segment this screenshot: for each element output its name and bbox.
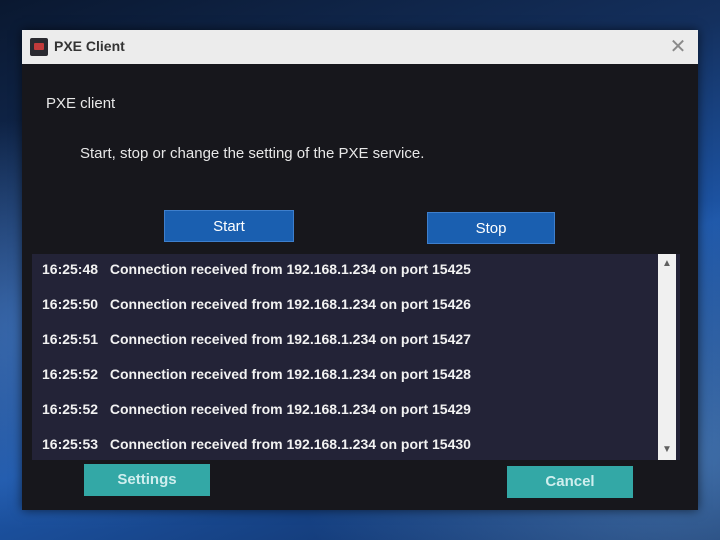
cancel-button[interactable]: Cancel — [507, 466, 633, 498]
log-message: Connection received from 192.168.1.234 o… — [109, 436, 471, 452]
log-entry: 16:25:52 Connection received from 192.16… — [42, 363, 471, 385]
log-message: Connection received from 192.168.1.234 o… — [109, 296, 471, 312]
log-time: 16:25:48 — [42, 261, 99, 277]
log-time: 16:25:52 — [42, 401, 99, 417]
pxe-client-window: PXE Client ✕ PXE client Start, stop or c… — [22, 30, 698, 510]
stop-button[interactable]: Stop — [427, 212, 555, 244]
log-time: 16:25:51 — [42, 331, 99, 347]
log-entry: 16:25:52 Connection received from 192.16… — [42, 398, 471, 420]
log-message: Connection received from 192.168.1.234 o… — [109, 331, 471, 347]
log-list[interactable]: 16:25:48 Connection received from 192.16… — [32, 254, 680, 460]
log-message: Connection received from 192.168.1.234 o… — [109, 401, 471, 417]
log-entry: 16:25:51 Connection received from 192.16… — [42, 328, 471, 350]
log-time: 16:25:53 — [42, 436, 99, 452]
title-bar[interactable]: PXE Client ✕ — [22, 30, 698, 64]
start-button[interactable]: Start — [164, 210, 294, 242]
log-time: 16:25:52 — [42, 366, 99, 382]
log-message: Connection received from 192.168.1.234 o… — [109, 366, 471, 382]
window-title: PXE Client — [54, 38, 125, 54]
description-text: Start, stop or change the setting of the… — [80, 145, 425, 162]
log-message: Connection received from 192.168.1.234 o… — [109, 261, 471, 277]
log-time: 16:25:50 — [42, 296, 99, 312]
close-icon[interactable]: ✕ — [666, 34, 690, 60]
app-icon — [30, 38, 48, 56]
log-entry: 16:25:48 Connection received from 192.16… — [42, 258, 471, 280]
section-heading: PXE client — [46, 95, 116, 112]
scroll-up-icon[interactable]: ▲ — [658, 256, 676, 272]
settings-button[interactable]: Settings — [84, 464, 210, 496]
log-entry: 16:25:53 Connection received from 192.16… — [42, 433, 471, 455]
log-scrollbar[interactable]: ▲ ▼ — [658, 254, 676, 460]
scroll-down-icon[interactable]: ▼ — [658, 442, 676, 458]
log-entry: 16:25:50 Connection received from 192.16… — [42, 293, 471, 315]
